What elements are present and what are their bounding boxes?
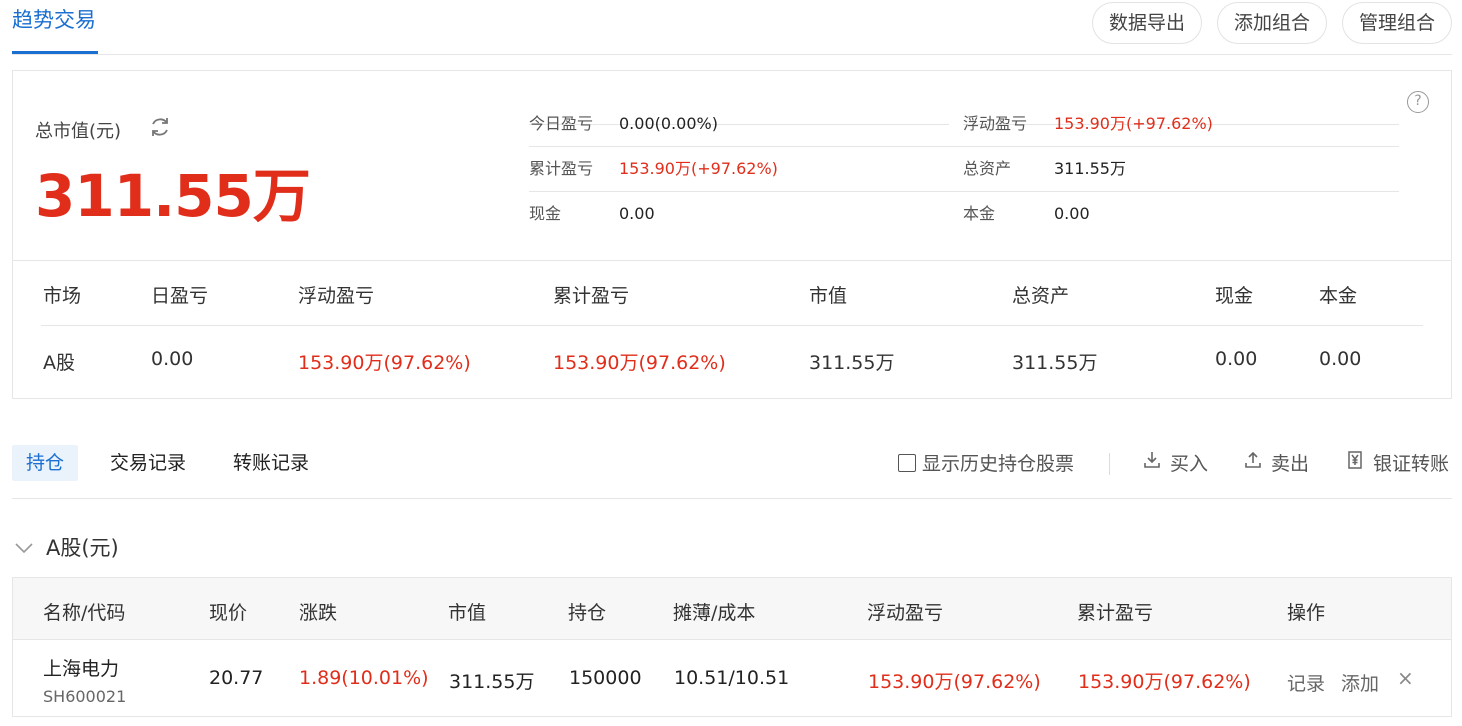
market-table: 市场 日盈亏 浮动盈亏 累计盈亏 市值 总资产 现金 本金 A股 0.00 15… — [41, 261, 1423, 391]
kv-value: 0.00 — [1054, 204, 1090, 223]
cell: 153.90万(97.62%) — [553, 352, 726, 374]
show-history-toggle[interactable]: 显示历史持仓股票 — [898, 449, 1074, 476]
summary-card: ? 总市值(元) 311.55万 今日盈亏 0.00(0.00%) 累计盈亏 1… — [12, 70, 1452, 399]
cell-change: 1.89(10.01%) — [299, 667, 429, 689]
cell: 0.00 — [1215, 348, 1258, 370]
cell-float-pl: 153.90万(97.62%) — [868, 671, 1041, 693]
add-portfolio-button[interactable]: 添加组合 — [1216, 2, 1327, 44]
show-history-label: 显示历史持仓股票 — [922, 453, 1075, 475]
kv-value: 0.00(0.00%) — [619, 114, 718, 133]
kv-value: 153.90万(+97.62%) — [1054, 114, 1213, 133]
upload-icon — [1243, 450, 1263, 475]
cell-total-pl: 153.90万(97.62%) — [1078, 671, 1251, 693]
col-header: 市场 — [43, 285, 82, 307]
col-header: 浮动盈亏 — [298, 285, 375, 307]
kv-value: 311.55万 — [1054, 159, 1126, 178]
col-header: 总资产 — [1012, 285, 1070, 307]
col-header: 现金 — [1215, 285, 1254, 307]
col-header: 日盈亏 — [151, 285, 209, 307]
tab-trend-trading[interactable]: 趋势交易 — [12, 5, 98, 54]
cell-qty: 150000 — [569, 667, 642, 689]
table-row[interactable]: 上海电力 SH600021 20.77 1.89(10.01%) 311.55万… — [13, 640, 1451, 718]
sell-label: 卖出 — [1271, 453, 1310, 475]
col-header: 累计盈亏 — [553, 285, 630, 307]
divider — [529, 191, 1399, 192]
stock-name[interactable]: 上海电力 — [43, 654, 119, 681]
cell: A股 — [43, 352, 75, 374]
stock-code: SH600021 — [43, 687, 127, 706]
total-value: 311.55万 — [35, 162, 311, 230]
section-a-shares[interactable]: A股(元) — [14, 532, 119, 562]
cell-price: 20.77 — [209, 667, 264, 689]
cell: 153.90万(97.62%) — [298, 352, 471, 374]
chevron-down-icon[interactable] — [14, 535, 34, 559]
add-link[interactable]: 添加 — [1341, 669, 1379, 696]
col-header: 累计盈亏 — [1077, 602, 1154, 624]
col-header: 涨跌 — [299, 602, 338, 624]
col-header: 持仓 — [568, 602, 607, 624]
tab-trade-records[interactable]: 交易记录 — [110, 445, 186, 481]
col-header: 摊薄/成本 — [673, 602, 756, 624]
kv-value: 0.00 — [619, 204, 655, 223]
cell: 0.00 — [151, 348, 194, 370]
col-header: 本金 — [1319, 285, 1358, 307]
kv-label: 今日盈亏 — [529, 114, 594, 133]
market-table-header: 市场 日盈亏 浮动盈亏 累计盈亏 市值 总资产 现金 本金 — [41, 261, 1423, 326]
col-header: 浮动盈亏 — [867, 602, 944, 624]
total-value-label: 总市值(元) — [35, 121, 122, 142]
col-header: 市值 — [809, 285, 848, 307]
cell: 0.00 — [1319, 348, 1362, 370]
kv-today-pl: 今日盈亏 0.00(0.00%) — [529, 81, 949, 133]
kv-label: 总资产 — [963, 159, 1012, 178]
refresh-icon[interactable] — [148, 115, 172, 145]
record-link[interactable]: 记录 — [1287, 669, 1325, 696]
cell: 311.55万 — [809, 352, 895, 374]
divider — [529, 146, 1399, 147]
kv-total-assets: 总资产 311.55万 — [963, 147, 1399, 191]
buy-button[interactable]: 买入 — [1142, 449, 1208, 476]
kv-label: 现金 — [529, 204, 562, 223]
holdings-table-header: 名称/代码 现价 涨跌 市值 持仓 摊薄/成本 浮动盈亏 累计盈亏 操作 — [13, 578, 1451, 640]
col-header: 市值 — [448, 602, 487, 624]
manage-portfolio-button[interactable]: 管理组合 — [1341, 2, 1452, 44]
buy-label: 买入 — [1170, 453, 1209, 475]
kv-label: 本金 — [963, 204, 996, 223]
download-icon — [1142, 450, 1162, 475]
close-icon[interactable]: × — [1397, 666, 1414, 690]
divider — [1109, 453, 1110, 475]
bank-transfer-button[interactable]: 银证转账 — [1345, 449, 1449, 476]
sell-button[interactable]: 卖出 — [1243, 449, 1309, 476]
col-header: 操作 — [1287, 602, 1326, 624]
section-title: A股(元) — [46, 536, 119, 560]
bank-transfer-label: 银证转账 — [1373, 453, 1450, 475]
cell-value: 311.55万 — [449, 671, 535, 693]
kv-label: 累计盈亏 — [529, 159, 594, 178]
kv-label: 浮动盈亏 — [963, 114, 1028, 133]
yen-icon — [1345, 450, 1365, 475]
show-history-checkbox[interactable] — [898, 453, 916, 472]
tab-transfer-records[interactable]: 转账记录 — [233, 445, 309, 481]
top-bar: 趋势交易 数据导出 添加组合 管理组合 — [12, 0, 1452, 55]
kv-cash: 现金 0.00 — [529, 192, 949, 236]
top-actions: 数据导出 添加组合 管理组合 — [1091, 2, 1452, 44]
kv-value: 153.90万(+97.62%) — [619, 159, 778, 178]
help-icon[interactable]: ? — [1407, 91, 1429, 113]
table-row: A股 0.00 153.90万(97.62%) 153.90万(97.62%) … — [41, 326, 1423, 391]
cell-cost: 10.51/10.51 — [674, 667, 790, 689]
col-header: 名称/代码 — [43, 602, 126, 624]
col-header: 现价 — [209, 602, 248, 624]
holdings-tabs: 持仓 交易记录 转账记录 显示历史持仓股票 买入 卖出 银证转账 — [12, 445, 1452, 499]
cell: 311.55万 — [1012, 352, 1098, 374]
tab-holdings[interactable]: 持仓 — [12, 445, 79, 481]
export-data-button[interactable]: 数据导出 — [1091, 2, 1202, 44]
holdings-table: 名称/代码 现价 涨跌 市值 持仓 摊薄/成本 浮动盈亏 累计盈亏 操作 上海电… — [12, 577, 1452, 717]
kv-float-pl: 浮动盈亏 153.90万(+97.62%) — [963, 81, 1399, 133]
kv-total-pl: 累计盈亏 153.90万(+97.62%) — [529, 147, 949, 191]
kv-principal: 本金 0.00 — [963, 192, 1399, 236]
